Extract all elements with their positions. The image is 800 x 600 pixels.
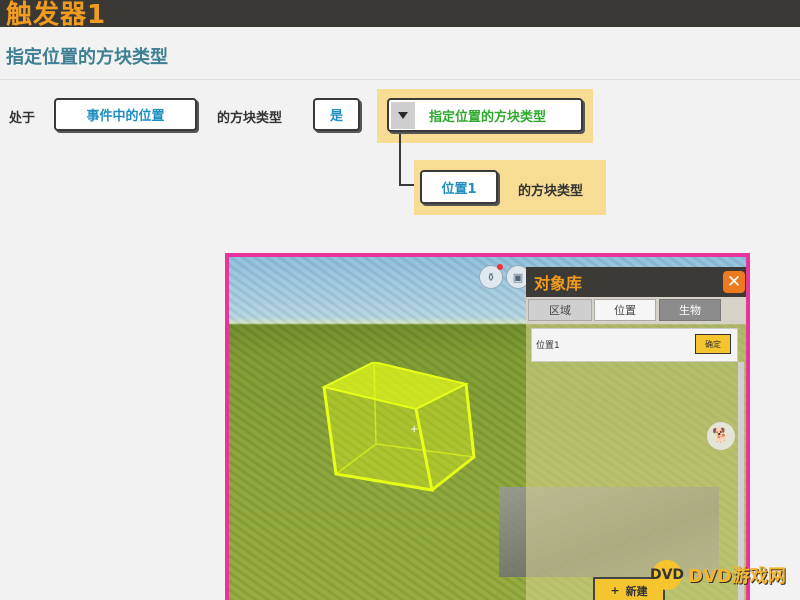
value-selector-label: 指定位置的方块类型 — [429, 109, 547, 125]
watermark-text: DVD游戏网 — [688, 566, 786, 587]
window-title: 触发器1 — [6, 0, 107, 30]
divider — [0, 79, 800, 80]
confirm-button[interactable]: 确定 — [695, 334, 731, 354]
pet-icon[interactable]: 🐕 — [707, 422, 735, 450]
event-position-chip[interactable]: 事件中的位置 — [54, 98, 197, 131]
dropdown-icon[interactable] — [391, 102, 415, 129]
condition-prefix: 处于 — [9, 111, 36, 126]
tab-position[interactable]: 位置 — [594, 299, 656, 321]
object-library-title: 对象库 — [534, 274, 583, 293]
tab-area[interactable]: 区域 — [528, 299, 592, 321]
block-type-label: 的方块类型 — [217, 111, 283, 126]
new-button-label: 新建 — [625, 584, 648, 598]
game-screenshot: + ⚱ ▣ 对象库 ✕ 区域 位置 生物 位置1 确定 🐕 + 新建 — [225, 253, 750, 600]
svg-text:+: + — [410, 424, 418, 435]
object-library-header: 对象库 ✕ — [526, 267, 746, 297]
watermark-logo: DVD — [650, 560, 684, 590]
connector-line — [399, 134, 401, 186]
item-name: 位置1 — [536, 341, 560, 351]
plus-icon: + — [610, 584, 620, 597]
close-icon[interactable]: ✕ — [723, 271, 745, 293]
object-library-tabs: 区域 位置 生物 — [526, 297, 746, 324]
title-bar: 触发器1 — [0, 0, 800, 30]
list-item[interactable]: 位置1 确定 — [531, 328, 738, 362]
tab-creature[interactable]: 生物 — [659, 299, 721, 321]
selection-cube: + — [321, 362, 476, 492]
bag-icon[interactable]: ⚱ — [479, 264, 503, 289]
value-selector[interactable]: 指定位置的方块类型 — [387, 98, 583, 132]
page-subtitle: 指定位置的方块类型 — [6, 47, 168, 68]
watermark: DVD DVD游戏网 — [650, 557, 800, 593]
connector-line — [399, 184, 415, 186]
position-chip[interactable]: 位置1 — [420, 170, 498, 204]
sub-block-type-label: 的方块类型 — [518, 184, 584, 199]
operator-chip[interactable]: 是 — [313, 98, 360, 131]
